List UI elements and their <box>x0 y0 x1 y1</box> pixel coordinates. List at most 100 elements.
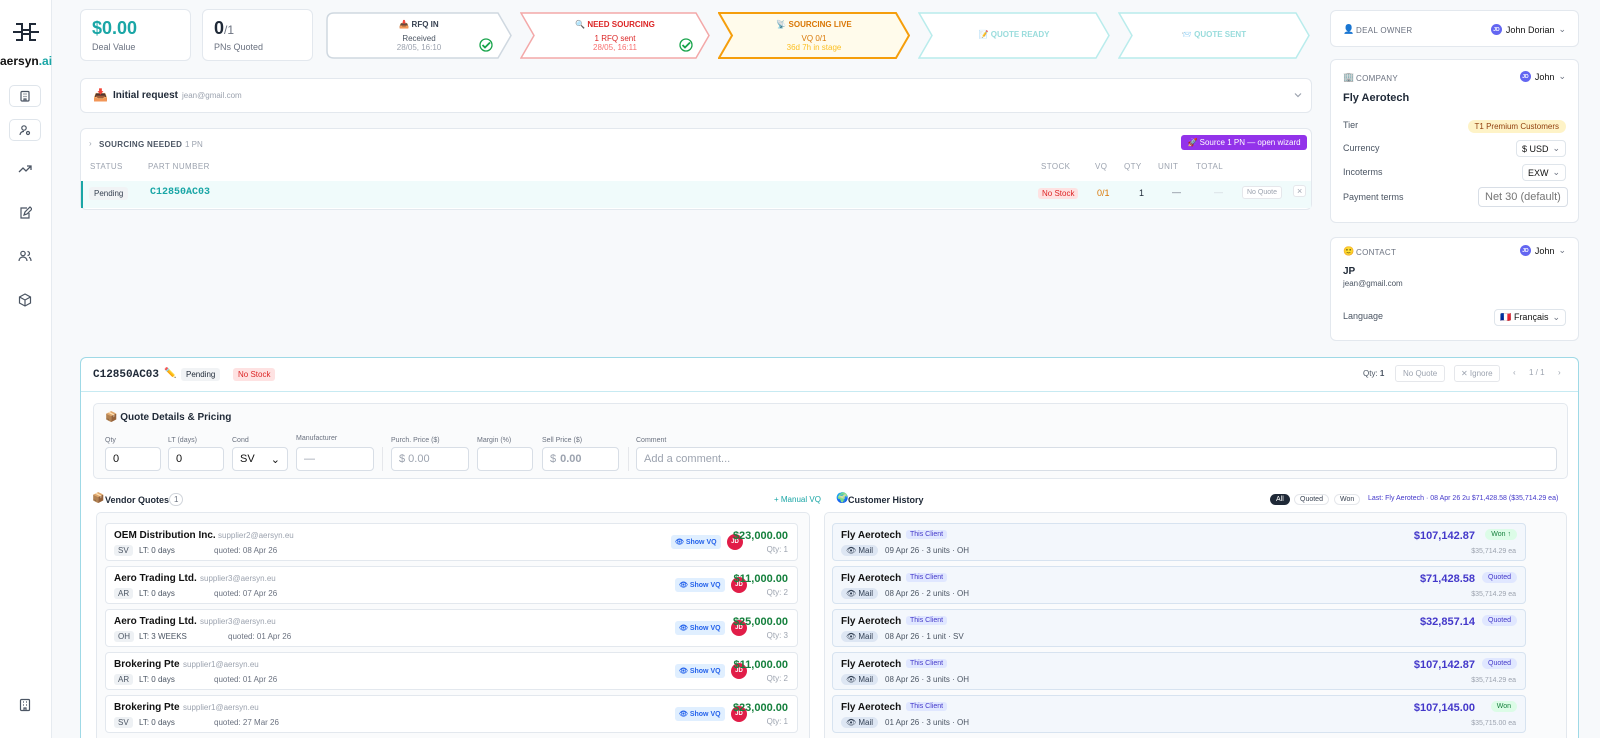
ignore-button[interactable]: ✕ Ignore <box>1454 365 1500 382</box>
quote-details-title: 📦 Quote Details & Pricing <box>105 412 232 423</box>
vendor-quote-row[interactable]: OEM Distribution Inc. supplier2@aersyn.eu… <box>105 523 798 561</box>
history-cond: SV <box>953 632 964 641</box>
sell-price-input[interactable]: $0.00 <box>542 447 619 471</box>
stage-need-sourcing[interactable]: 🔍 NEED SOURCING 1 RFQ sent 28/05, 16:11 <box>520 12 710 59</box>
stage-rfq-in[interactable]: 📥 RFQ IN Received 28/05, 16:10 <box>326 12 512 59</box>
payment-terms-input[interactable] <box>1478 187 1568 207</box>
pns-quoted-value: 0/1 <box>214 18 235 38</box>
chevron-right-icon[interactable]: › <box>89 139 92 148</box>
nav-building-bottom-button[interactable] <box>16 696 34 714</box>
history-status-badge: Quoted <box>1482 658 1517 669</box>
vendor-qty: Qty: 1 <box>766 545 788 554</box>
sourcing-count: 1 PN <box>185 140 203 149</box>
prev-icon[interactable]: ‹ <box>1513 368 1516 377</box>
deal-value: $0.00 <box>92 18 138 38</box>
vendor-email: supplier1@aersyn.eu <box>183 660 259 669</box>
trending-up-icon <box>18 162 32 176</box>
nav-trending-button[interactable] <box>16 160 34 178</box>
vendor-email: supplier3@aersyn.eu <box>200 617 276 626</box>
manufacturer-input[interactable]: — <box>296 447 374 471</box>
incoterms-label: Incoterms <box>1343 167 1383 177</box>
row-vq: 0/1 <box>1097 188 1110 198</box>
contact-name[interactable]: JP <box>1343 266 1355 277</box>
table-row[interactable]: Pending C12850AC03 No Stock 0/1 1 — — No… <box>81 181 1311 208</box>
show-vq-button[interactable]: 👁 Show VQ <box>675 578 725 592</box>
manual-vq-link[interactable]: + Manual VQ <box>774 495 821 504</box>
show-vq-button[interactable]: 👁 Show VQ <box>675 621 725 635</box>
mail-button[interactable]: 👁 Mail <box>841 717 879 728</box>
language-select[interactable]: 🇫🇷 Français ⌄ <box>1494 309 1566 326</box>
nav-box-button[interactable] <box>16 291 34 309</box>
stage-quote-sent[interactable]: 📨 QUOTE SENT <box>1118 12 1310 59</box>
detail-no-quote-button[interactable]: No Quote <box>1395 365 1446 382</box>
initial-request-bar[interactable]: 📥 Initial request jean@gmail.com <box>80 78 1312 113</box>
language-label: Language <box>1343 311 1384 321</box>
edit-icon[interactable]: ✏️ <box>164 368 176 379</box>
filter-quoted[interactable]: Quoted <box>1294 494 1329 505</box>
pns-quoted-card: 0/1 PNs Quoted <box>202 9 313 61</box>
vendor-quoted-date: quoted: 08 Apr 26 <box>214 546 278 555</box>
vendor-quote-row[interactable]: Aero Trading Ltd. supplier3@aersyn.eu AR LT… <box>105 566 798 604</box>
filter-won[interactable]: Won <box>1334 494 1361 505</box>
history-row[interactable]: Fly Aerotech This Client 👁 Mail 01 Apr 26 ·… <box>832 695 1526 733</box>
no-quote-button[interactable]: No Quote <box>1242 186 1282 199</box>
comment-input[interactable]: Add a comment... <box>636 447 1557 471</box>
history-row[interactable]: Fly Aerotech This Client 👁 Mail 08 Apr 26 ·… <box>832 609 1526 647</box>
nav-building-button[interactable] <box>9 85 41 107</box>
company-owner-select[interactable]: JD John ⌄ <box>1519 71 1566 82</box>
company-name[interactable]: Fly Aerotech <box>1343 92 1409 104</box>
history-row[interactable]: Fly Aerotech This Client 👁 Mail 09 Apr 26 ·… <box>832 523 1526 561</box>
initial-request-email: jean@gmail.com <box>182 91 242 100</box>
deal-owner-select[interactable]: JD John Dorian ⌄ <box>1490 24 1566 35</box>
show-vq-button[interactable]: 👁 Show VQ <box>675 664 725 678</box>
next-icon[interactable]: › <box>1558 368 1561 377</box>
chevron-down-icon: ⌄ <box>1552 167 1560 177</box>
open-wizard-button[interactable]: 🚀 Source 1 PN — open wizard <box>1181 135 1307 150</box>
contact-email[interactable]: jean@gmail.com <box>1343 279 1403 288</box>
stage-line1: VQ 0/1 <box>801 34 827 43</box>
detail-stock-badge: No Stock <box>233 368 276 381</box>
client-badge: This Client <box>906 659 948 668</box>
history-row[interactable]: Fly Aerotech This Client 👁 Mail 08 Apr 26 ·… <box>832 566 1526 604</box>
filter-all[interactable]: All <box>1270 494 1290 505</box>
sourcing-header: SOURCING NEEDED <box>99 140 183 149</box>
stage-sourcing-live[interactable]: 📡 SOURCING LIVE VQ 0/1 36d 7h in stage <box>718 12 910 59</box>
vendor-price: $23,000.00 <box>732 530 788 542</box>
tier-badge[interactable]: T1 Premium Customers <box>1467 120 1566 133</box>
mail-button[interactable]: 👁 Mail <box>841 545 879 556</box>
purch-price-input[interactable]: $ 0.00 <box>391 447 469 471</box>
nav-edit-document-button[interactable] <box>16 204 34 222</box>
vendor-quote-row[interactable]: Aero Trading Ltd. supplier3@aersyn.eu OH LT… <box>105 609 798 647</box>
currency-select[interactable]: $ USD ⌄ <box>1515 140 1566 157</box>
check-icon <box>479 38 493 52</box>
nav-user-settings-button[interactable] <box>9 119 41 141</box>
incoterms-select[interactable]: EXW ⌄ <box>1521 164 1566 181</box>
close-icon[interactable]: × <box>1293 185 1307 197</box>
mail-button[interactable]: 👁 Mail <box>841 588 879 599</box>
history-row[interactable]: Fly Aerotech This Client 👁 Mail 08 Apr 26 ·… <box>832 652 1526 690</box>
vendor-lead-time: LT: 3 WEEKS <box>139 632 187 641</box>
stage-quote-ready[interactable]: 📝 QUOTE READY <box>918 12 1110 59</box>
mail-button[interactable]: 👁 Mail <box>841 674 879 685</box>
divider <box>382 447 383 471</box>
cond-select[interactable]: SV ⌄ <box>232 447 288 471</box>
mail-button[interactable]: 👁 Mail <box>841 631 879 642</box>
lt-input[interactable]: 0 <box>168 447 224 471</box>
check-icon <box>679 38 693 52</box>
qty-input[interactable]: 0 <box>105 447 161 471</box>
row-part-number[interactable]: C12850AC03 <box>150 187 210 198</box>
contact-owner-select[interactable]: JD John ⌄ <box>1519 245 1566 256</box>
nav-users-button[interactable] <box>16 247 34 265</box>
chevron-down-icon[interactable] <box>1293 90 1303 100</box>
show-vq-button[interactable]: 👁 Show VQ <box>671 535 721 549</box>
vendor-quote-row[interactable]: Brokering Pte supplier1@aersyn.eu AR LT: 0 … <box>105 652 798 690</box>
col-part-number: PART NUMBER <box>148 162 210 171</box>
building-bottom-icon <box>18 698 32 712</box>
show-vq-button[interactable]: 👁 Show VQ <box>675 707 725 721</box>
company-card: 🏢 COMPANY JD John ⌄ Fly Aerotech Tier T1… <box>1330 59 1579 223</box>
row-unit: — <box>1172 187 1181 197</box>
vendor-quote-row[interactable]: Brokering Pte supplier1@aersyn.eu SV LT: 0 … <box>105 695 798 733</box>
vendor-qty: Qty: 2 <box>766 674 788 683</box>
chevron-down-icon: ⌄ <box>270 453 280 466</box>
margin-input[interactable] <box>477 447 533 471</box>
